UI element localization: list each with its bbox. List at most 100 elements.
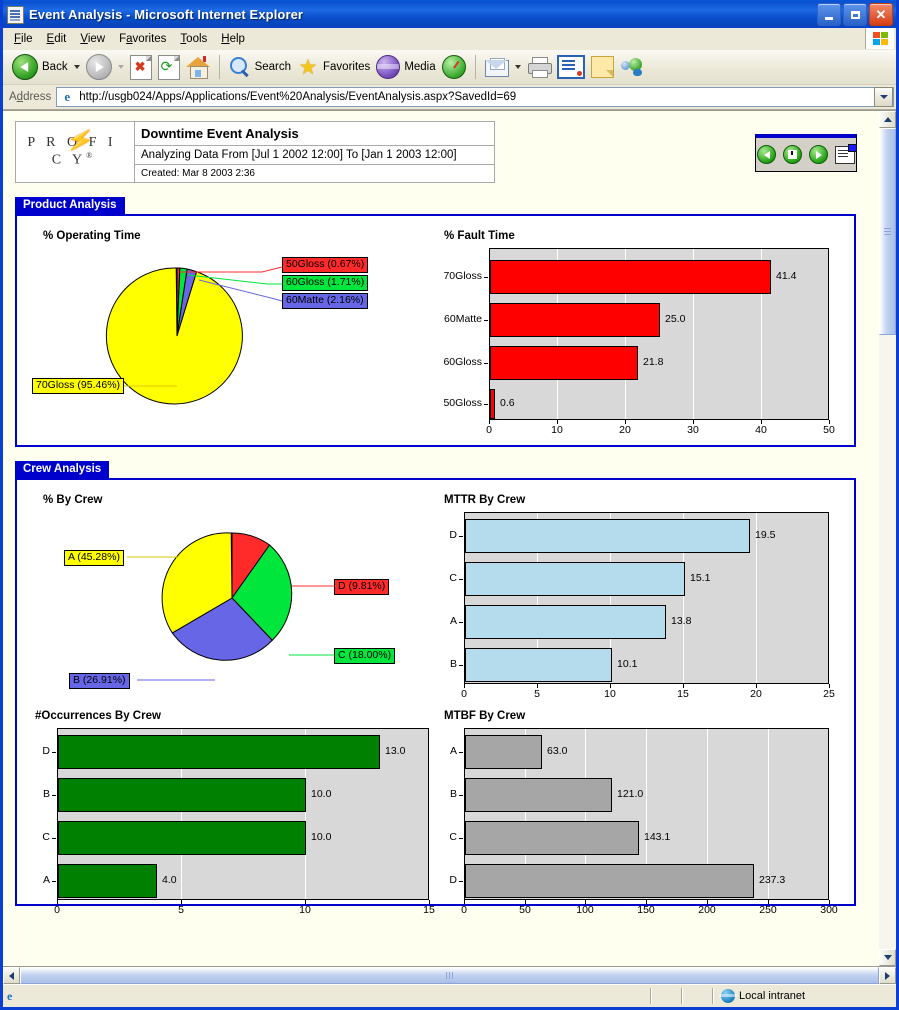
bar-mttr-b [465, 648, 612, 682]
media-button[interactable]: Media [373, 53, 438, 81]
vertical-scroll-thumb[interactable] [879, 128, 896, 335]
forward-button[interactable] [83, 53, 127, 81]
arrow-left-icon [763, 150, 770, 159]
xtick-mttr-10: 10 [604, 688, 616, 700]
home-button[interactable] [183, 53, 213, 81]
mail-button[interactable] [482, 53, 524, 81]
status-pane-3 [682, 987, 712, 1005]
scroll-left-button[interactable] [3, 967, 20, 984]
address-input[interactable]: e http://usgb024/Apps/Applications/Event… [56, 87, 894, 107]
chart-fault-time: % Fault Time 41.4 70Gloss 25.0 60Matte 2… [442, 224, 842, 436]
report-created: Created: Mar 8 2003 2:36 [134, 164, 495, 183]
history-button[interactable] [439, 53, 469, 81]
horizontal-scrollbar[interactable] [3, 966, 896, 984]
back-button[interactable]: Back [9, 53, 83, 81]
xtick-fault-0: 0 [486, 424, 492, 436]
status-pane-2 [651, 987, 681, 1005]
section-tab-product-analysis[interactable]: Product Analysis [15, 197, 125, 214]
edit-page-icon [556, 55, 585, 79]
address-dropdown-button[interactable] [874, 87, 893, 107]
stop-icon: ✖ [129, 54, 152, 80]
ie-document-icon [7, 5, 24, 24]
windows-logo [865, 28, 894, 49]
security-zone-label: Local intranet [739, 990, 806, 1002]
maximize-button[interactable] [843, 3, 867, 26]
close-button[interactable]: ✕ [869, 3, 893, 26]
refresh-button[interactable]: ⟳ [155, 53, 183, 81]
bar-value-occ-b: 10.0 [311, 788, 332, 800]
nav-save-button[interactable] [783, 145, 802, 164]
window-controls: ✕ [817, 3, 893, 26]
media-icon [376, 55, 401, 79]
search-button[interactable]: Search [226, 53, 294, 81]
home-icon [185, 56, 210, 79]
menu-view[interactable]: View [73, 31, 112, 47]
media-label: Media [404, 61, 436, 73]
save-icon [788, 150, 797, 159]
pie-label-crew-c: C (18.00%) [334, 648, 396, 664]
menu-help[interactable]: Help [214, 31, 252, 47]
bar-occ-c [58, 821, 306, 855]
xtick-mttr-25: 25 [823, 688, 835, 700]
bar-value-70gloss: 41.4 [776, 270, 797, 282]
vertical-scroll-track[interactable] [879, 128, 896, 949]
bar-mttr-a [465, 605, 666, 639]
xtick-fault-20: 20 [619, 424, 631, 436]
forward-dropdown-icon[interactable] [117, 65, 124, 69]
xtick-mttr-20: 20 [750, 688, 762, 700]
scroll-right-button[interactable] [879, 967, 896, 984]
mail-dropdown-icon[interactable] [514, 65, 521, 69]
menu-file[interactable]: File [7, 31, 40, 47]
stop-button[interactable]: ✖ [127, 53, 155, 81]
chevron-right-icon [885, 971, 890, 980]
forward-icon [85, 54, 112, 80]
report-title: Downtime Event Analysis [134, 121, 495, 146]
section-tab-crew-analysis[interactable]: Crew Analysis [15, 461, 110, 478]
bar-value-mtbf-c: 143.1 [644, 831, 671, 843]
xtick-mtbf-200: 200 [698, 904, 716, 916]
report-properties-button[interactable] [835, 143, 857, 164]
favorites-button[interactable]: ★ Favorites [294, 53, 373, 81]
bar-occ-b [58, 778, 306, 812]
status-message [16, 987, 650, 1005]
horizontal-scroll-track[interactable] [20, 967, 879, 984]
mail-icon [484, 57, 509, 77]
bar-mtbf-b [465, 778, 612, 812]
search-icon [229, 56, 251, 78]
bar-occ-a [58, 864, 157, 898]
bar-value-mttr-c: 15.1 [690, 572, 711, 584]
menu-favorites[interactable]: Favorites [112, 31, 173, 47]
chevron-left-icon [9, 971, 14, 980]
xtick-mtbf-150: 150 [637, 904, 655, 916]
messenger-icon [620, 57, 644, 77]
scroll-up-button[interactable] [879, 111, 896, 128]
status-icon-cell: e [3, 987, 16, 1005]
bar-value-mtbf-b: 121.0 [617, 788, 644, 800]
xtick-occ-10: 10 [299, 904, 311, 916]
pie-label-60gloss: 60Gloss (1.71%) [282, 275, 369, 291]
menu-tools[interactable]: Tools [173, 31, 214, 47]
bar-mtbf-c [465, 821, 639, 855]
security-zone[interactable]: Local intranet [713, 989, 896, 1003]
chart-title-mttr: MTTR By Crew [444, 494, 526, 506]
nav-previous-button[interactable] [757, 145, 776, 164]
nav-next-button[interactable] [809, 145, 828, 164]
bar-value-occ-c: 10.0 [311, 831, 332, 843]
messenger-button[interactable] [617, 53, 647, 81]
bar-60gloss [490, 346, 638, 380]
print-button[interactable] [524, 53, 554, 81]
vertical-scrollbar[interactable] [879, 110, 896, 966]
menu-edit[interactable]: Edit [40, 31, 74, 47]
back-dropdown-icon[interactable] [73, 65, 80, 69]
edit-button[interactable] [554, 53, 588, 81]
discuss-button[interactable] [588, 53, 617, 81]
xtick-fault-50: 50 [823, 424, 835, 436]
scroll-down-button[interactable] [879, 949, 896, 966]
bars-mtbf: 63.0 A 121.0 B 143.1 C 237.3 D 0 50 100 … [442, 726, 842, 916]
bars-occurrences: 13.0 D 10.0 B 10.0 C 4.0 A 0 5 10 15 [27, 726, 442, 916]
address-label: Address [9, 91, 52, 103]
horizontal-scroll-thumb[interactable] [20, 967, 879, 984]
bar-label-occ-a: A [42, 874, 50, 886]
minimize-button[interactable] [817, 3, 841, 26]
bar-label-mttr-a: A [449, 615, 457, 627]
